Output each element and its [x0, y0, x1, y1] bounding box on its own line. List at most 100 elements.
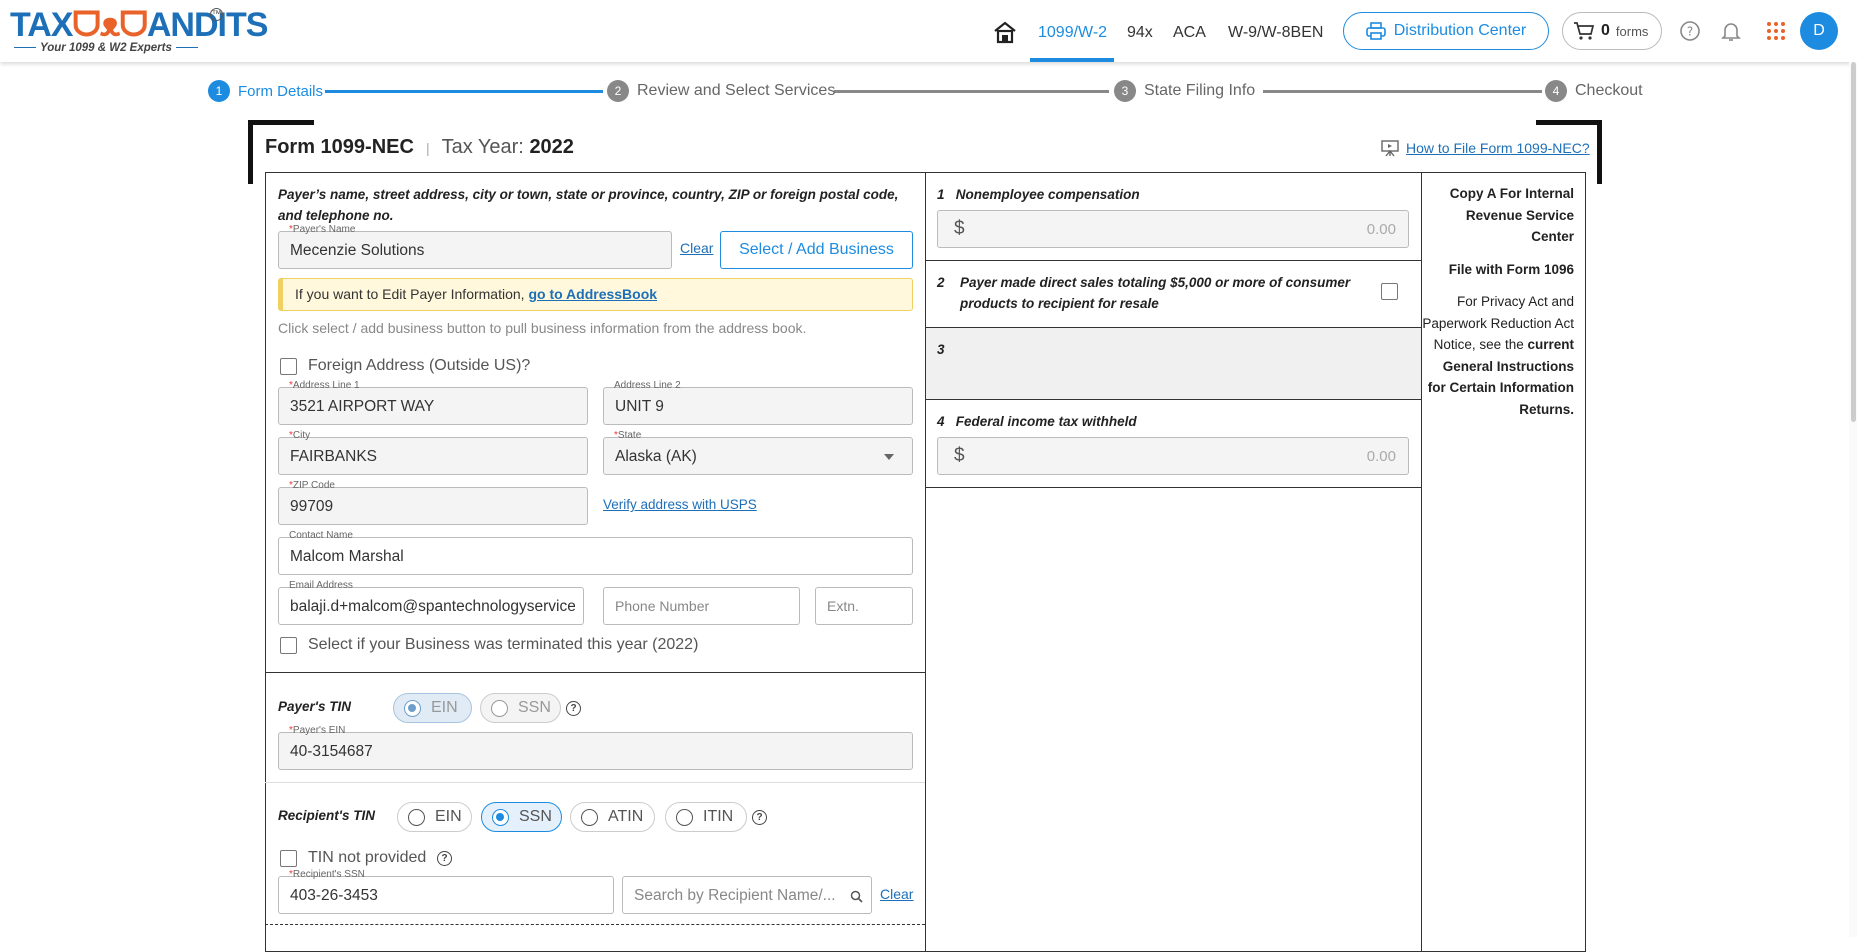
nav-w9-w8ben[interactable]: W-9/W-8BEN — [1228, 24, 1323, 42]
state-select[interactable]: *State Alaska (AK) — [603, 430, 913, 475]
address-line2-label: Address Line 2 — [612, 380, 683, 391]
help-icon[interactable]: ? — [437, 851, 452, 866]
city-label: *City — [287, 430, 313, 441]
city-field[interactable]: *City FAIRBANKS — [278, 430, 588, 475]
dollar-sign: $ — [954, 445, 965, 466]
option-label: ATIN — [608, 808, 644, 825]
address-line2-value: UNIT 9 — [615, 398, 664, 415]
nav-1099-w2[interactable]: 1099/W-2 — [1038, 24, 1107, 42]
presentation-icon — [1381, 140, 1399, 157]
state-label: *State — [612, 430, 644, 441]
zip-field[interactable]: *ZIP Code 99709 — [278, 480, 588, 525]
box1-label: 1 Nonemployee compensation — [937, 187, 1140, 202]
address-line2-field[interactable]: Address Line 2 UNIT 9 — [603, 380, 913, 425]
box2-label: Payer made direct sales totaling $5,000 … — [960, 275, 1351, 311]
divider-box4 — [925, 487, 1421, 488]
address-line1-label: *Address Line 1 — [287, 380, 362, 391]
step-review-services[interactable]: 2 Review and Select Services — [607, 80, 835, 102]
taxbandits-logo[interactable]: TAXᗜᴥᗜANDITS ™ Your 1099 & W2 Experts — [10, 6, 268, 56]
step-line-3 — [1263, 90, 1542, 93]
radio-icon — [581, 808, 598, 826]
phone-placeholder: Phone Number — [615, 598, 710, 614]
user-avatar[interactable]: D — [1800, 12, 1838, 50]
box2-checkbox[interactable] — [1381, 283, 1398, 300]
top-header: TAXᗜᴥᗜANDITS ™ Your 1099 & W2 Experts 10… — [0, 0, 1857, 62]
payer-clear-link[interactable]: Clear — [680, 240, 713, 256]
box1-value: 0.00 — [1366, 221, 1396, 238]
divider-recipient-dashed — [265, 924, 925, 925]
divider-box3 — [925, 399, 1421, 400]
how-to-file-link[interactable]: How to File Form 1099-NEC? — [1380, 138, 1590, 158]
help-icon[interactable]: ? — [752, 810, 767, 825]
email-field[interactable]: Email Address balaji.d+malcom@spantechno… — [278, 580, 584, 625]
nav-aca[interactable]: ACA — [1173, 24, 1206, 42]
step-form-details[interactable]: 1 Form Details — [208, 80, 323, 102]
box4-amount-input[interactable]: $ 0.00 — [937, 437, 1409, 475]
verify-usps-link[interactable]: Verify address with USPS — [603, 497, 757, 512]
cart-button[interactable]: 0 forms — [1562, 12, 1662, 50]
nav-94x[interactable]: 94x — [1127, 24, 1153, 42]
foreign-address-label: Foreign Address (Outside US)? — [308, 357, 531, 374]
radio-icon — [404, 699, 421, 717]
scrollbar-thumb[interactable] — [1851, 62, 1856, 422]
foreign-address-checkbox[interactable] — [280, 358, 297, 375]
recipient-ssn-field[interactable]: *Recipient's SSN 403-26-3453 — [278, 869, 614, 914]
box1-amount-input[interactable]: $ 0.00 — [937, 210, 1409, 248]
step-label: Review and Select Services — [637, 82, 836, 99]
contact-name-label: Contact Name — [287, 530, 355, 541]
recipient-tin-itin-option[interactable]: ITIN — [665, 802, 747, 832]
recipient-clear-link[interactable]: Clear — [880, 886, 913, 902]
recipient-search-placeholder: Search by Recipient Name/... — [634, 887, 836, 904]
recipient-tin-atin-option[interactable]: ATIN — [570, 802, 655, 832]
payer-tin-ssn-option[interactable]: SSN — [480, 693, 561, 723]
logo-wordmark: TAXᗜᴥᗜANDITS — [10, 6, 268, 44]
apps-grid-icon[interactable] — [1764, 19, 1788, 43]
address-line1-field[interactable]: *Address Line 1 3521 AIRPORT WAY — [278, 380, 588, 425]
bell-icon[interactable] — [1719, 19, 1743, 43]
box3-area — [926, 328, 1421, 400]
payer-name-field[interactable]: *Payer's Name Mecenzie Solutions — [278, 224, 672, 269]
home-icon[interactable] — [992, 20, 1018, 44]
step-checkout[interactable]: 4 Checkout — [1545, 80, 1643, 102]
email-value: balaji.d+malcom@spantechnologyservices.c… — [290, 598, 575, 615]
recipient-tin-label: Recipient's TIN — [278, 808, 375, 823]
help-circle-icon[interactable]: ? — [1678, 19, 1702, 43]
address-line1-value: 3521 AIRPORT WAY — [290, 398, 435, 415]
copy-a-info: Copy A For Internal Revenue Service Cent… — [1422, 183, 1574, 431]
step-number: 3 — [1114, 80, 1136, 102]
address-book-hint: Click select / add business button to pu… — [278, 320, 807, 336]
option-label: ITIN — [703, 808, 734, 825]
recipient-ssn-label: *Recipient's SSN — [287, 869, 367, 880]
cart-label: forms — [1615, 23, 1649, 39]
addressbook-notice: If you want to Edit Payer Information, g… — [278, 278, 913, 311]
recipient-tin-ein-option[interactable]: EIN — [397, 802, 472, 832]
how-to-file-label: How to File Form 1099-NEC? — [1406, 140, 1590, 156]
tin-not-provided-label: TIN not provided — [308, 849, 427, 866]
extension-field[interactable]: Extn. — [815, 587, 913, 625]
step-state-filing[interactable]: 3 State Filing Info — [1114, 80, 1255, 102]
recipient-tin-ssn-option[interactable]: SSN — [481, 802, 562, 832]
step-label: Checkout — [1575, 82, 1643, 99]
business-terminated-checkbox[interactable] — [280, 637, 297, 654]
select-add-business-button[interactable]: Select / Add Business — [720, 231, 913, 269]
nav-active-underline — [1030, 58, 1114, 62]
step-label: State Filing Info — [1144, 82, 1256, 99]
radio-icon — [491, 699, 508, 717]
search-icon — [850, 890, 863, 903]
payer-ein-field[interactable]: *Payer's EIN 40-3154687 — [278, 725, 913, 770]
payer-tin-ein-option[interactable]: EIN — [393, 693, 472, 723]
step-label: Form Details — [238, 82, 324, 100]
tin-not-provided-checkbox[interactable] — [280, 850, 297, 867]
payer-ein-label: *Payer's EIN — [287, 725, 348, 736]
contact-name-value: Malcom Marshal — [290, 548, 404, 565]
box4-label: 4 Federal income tax withheld — [937, 414, 1137, 429]
recipient-search-input[interactable]: Search by Recipient Name/... — [622, 876, 872, 914]
radio-icon — [492, 808, 509, 826]
addressbook-link[interactable]: go to AddressBook — [528, 286, 657, 302]
zip-value: 99709 — [290, 498, 334, 515]
help-icon[interactable]: ? — [566, 701, 581, 716]
contact-name-field[interactable]: Contact Name Malcom Marshal — [278, 530, 913, 575]
divider-left-middle — [925, 172, 926, 952]
distribution-center-button[interactable]: Distribution Center — [1343, 12, 1549, 50]
phone-field[interactable]: Phone Number — [603, 587, 800, 625]
